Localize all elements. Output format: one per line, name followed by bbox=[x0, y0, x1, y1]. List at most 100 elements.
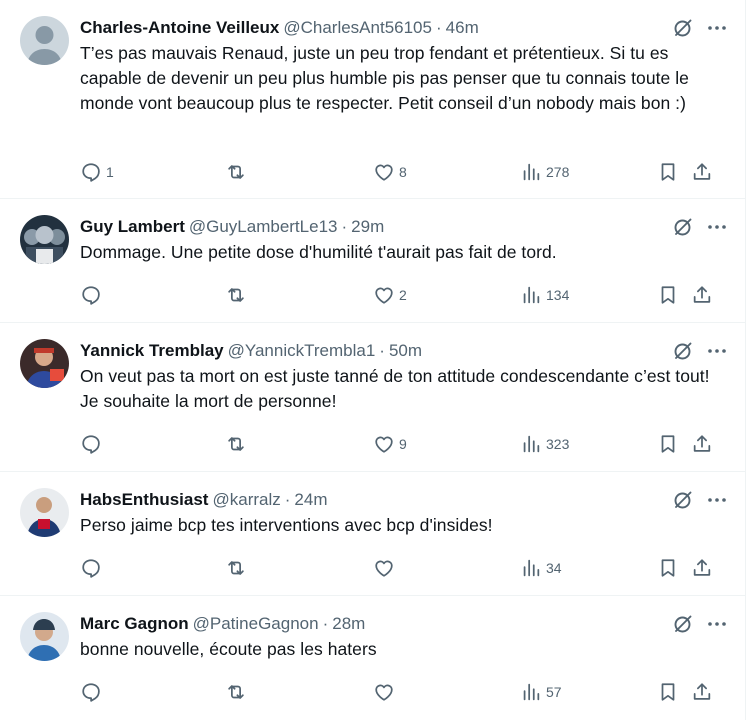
like-button[interactable]: 2 bbox=[373, 283, 407, 307]
timestamp[interactable]: 50m bbox=[389, 340, 422, 362]
reply-button[interactable] bbox=[80, 556, 106, 580]
tweet-header: HabsEnthusiast @karralz · 24m bbox=[80, 489, 729, 511]
user-handle[interactable]: @PatineGagnon bbox=[193, 613, 319, 635]
bookmark-button[interactable] bbox=[657, 432, 679, 456]
share-button[interactable] bbox=[691, 556, 713, 580]
tweet-header: Charles-Antoine Veilleux @CharlesAnt5610… bbox=[80, 17, 729, 39]
avatar[interactable] bbox=[20, 488, 69, 537]
like-button[interactable]: 9 bbox=[373, 432, 407, 456]
retweet-button[interactable] bbox=[225, 160, 251, 184]
views-button[interactable]: 134 bbox=[520, 283, 569, 307]
tweet-body: Marc Gagnon @PatineGagnon · 28m bonne no… bbox=[80, 613, 729, 662]
share-button[interactable] bbox=[691, 680, 713, 704]
avatar[interactable] bbox=[20, 215, 69, 264]
bookmark-button[interactable] bbox=[657, 283, 679, 307]
tweet-body: Guy Lambert @GuyLambertLe13 · 29m Dommag… bbox=[80, 216, 729, 265]
replies-feed: Charles-Antoine Veilleux @CharlesAnt5610… bbox=[0, 0, 746, 720]
timestamp[interactable]: 46m bbox=[446, 17, 479, 39]
views-button[interactable]: 278 bbox=[520, 160, 569, 184]
views-icon bbox=[520, 161, 542, 183]
timestamp[interactable]: 29m bbox=[351, 216, 384, 238]
like-button[interactable]: 8 bbox=[373, 160, 407, 184]
user-handle[interactable]: @CharlesAnt56105 bbox=[283, 17, 432, 39]
reply-tweet[interactable]: Guy Lambert @GuyLambertLe13 · 29m Dommag… bbox=[0, 199, 745, 323]
like-icon bbox=[373, 557, 395, 579]
reply-button[interactable] bbox=[80, 283, 106, 307]
avatar[interactable] bbox=[20, 339, 69, 388]
share-button[interactable] bbox=[691, 283, 713, 307]
separator: · bbox=[435, 18, 442, 37]
user-handle[interactable]: @YannickTrembla1 bbox=[228, 340, 376, 362]
views-button[interactable]: 57 bbox=[520, 680, 562, 704]
action-bar: 2 134 bbox=[80, 283, 729, 307]
display-name[interactable]: Guy Lambert bbox=[80, 216, 185, 238]
retweet-button[interactable] bbox=[225, 432, 251, 456]
share-icon bbox=[691, 557, 713, 579]
reply-tweet[interactable]: Marc Gagnon @PatineGagnon · 28m bonne no… bbox=[0, 596, 745, 720]
share-icon bbox=[691, 433, 713, 455]
display-name[interactable]: HabsEnthusiast bbox=[80, 489, 208, 511]
bookmark-button[interactable] bbox=[657, 160, 679, 184]
reply-icon bbox=[80, 284, 102, 306]
share-button[interactable] bbox=[691, 160, 713, 184]
retweet-icon bbox=[225, 161, 247, 183]
like-count: 8 bbox=[399, 164, 407, 180]
grok-icon[interactable] bbox=[671, 339, 695, 363]
bookmark-button[interactable] bbox=[657, 556, 679, 580]
avatar[interactable] bbox=[20, 612, 69, 661]
reply-tweet[interactable]: HabsEnthusiast @karralz · 24m Perso jaim… bbox=[0, 472, 745, 596]
views-count: 278 bbox=[546, 164, 570, 180]
tweet-text: On veut pas ta mort on est juste tanné d… bbox=[80, 366, 710, 411]
grok-icon[interactable] bbox=[671, 612, 695, 636]
tweet-header: Guy Lambert @GuyLambertLe13 · 29m bbox=[80, 216, 729, 238]
timestamp[interactable]: 28m bbox=[332, 613, 365, 635]
views-count: 57 bbox=[546, 684, 562, 700]
reply-tweet[interactable]: Charles-Antoine Veilleux @CharlesAnt5610… bbox=[0, 0, 745, 199]
like-button[interactable] bbox=[373, 680, 399, 704]
timestamp[interactable]: 24m bbox=[294, 489, 327, 511]
user-handle[interactable]: @karralz bbox=[212, 489, 280, 511]
retweet-icon bbox=[225, 681, 247, 703]
grok-icon[interactable] bbox=[671, 16, 695, 40]
retweet-icon bbox=[225, 557, 247, 579]
bookmark-icon bbox=[657, 284, 679, 306]
more-icon[interactable] bbox=[705, 488, 729, 512]
tweet-text: Perso jaime bcp tes interventions avec b… bbox=[80, 515, 493, 535]
display-name[interactable]: Marc Gagnon bbox=[80, 613, 189, 635]
display-name[interactable]: Yannick Tremblay bbox=[80, 340, 224, 362]
grok-icon[interactable] bbox=[671, 215, 695, 239]
grok-icon[interactable] bbox=[671, 488, 695, 512]
retweet-button[interactable] bbox=[225, 680, 251, 704]
action-bar: 57 bbox=[80, 680, 729, 704]
separator: · bbox=[379, 341, 385, 360]
reply-count: 1 bbox=[106, 164, 114, 180]
reply-tweet[interactable]: Yannick Tremblay @YannickTrembla1 · 50m … bbox=[0, 323, 745, 472]
avatar[interactable] bbox=[20, 16, 69, 65]
more-icon[interactable] bbox=[705, 215, 729, 239]
views-button[interactable]: 323 bbox=[520, 432, 569, 456]
action-bar: 1 8 278 bbox=[80, 160, 729, 184]
bookmark-button[interactable] bbox=[657, 680, 679, 704]
reply-button[interactable]: 1 bbox=[80, 160, 114, 184]
more-icon[interactable] bbox=[705, 16, 729, 40]
reply-button[interactable] bbox=[80, 680, 106, 704]
retweet-icon bbox=[225, 433, 247, 455]
like-icon bbox=[373, 284, 395, 306]
reply-icon bbox=[80, 161, 102, 183]
separator: · bbox=[284, 490, 291, 509]
display-name[interactable]: Charles-Antoine Veilleux bbox=[80, 17, 279, 39]
reply-button[interactable] bbox=[80, 432, 106, 456]
views-count: 134 bbox=[546, 287, 570, 303]
like-count: 9 bbox=[399, 436, 407, 452]
like-count: 2 bbox=[399, 287, 407, 303]
user-handle[interactable]: @GuyLambertLe13 bbox=[189, 216, 338, 238]
retweet-button[interactable] bbox=[225, 556, 251, 580]
views-button[interactable]: 34 bbox=[520, 556, 562, 580]
share-button[interactable] bbox=[691, 432, 713, 456]
like-button[interactable] bbox=[373, 556, 399, 580]
more-icon[interactable] bbox=[705, 339, 729, 363]
retweet-button[interactable] bbox=[225, 283, 251, 307]
tweet-text: Dommage. Une petite dose d'humilité t'au… bbox=[80, 242, 557, 262]
more-icon[interactable] bbox=[705, 612, 729, 636]
tweet-body: Yannick Tremblay @YannickTrembla1 · 50m … bbox=[80, 340, 729, 414]
